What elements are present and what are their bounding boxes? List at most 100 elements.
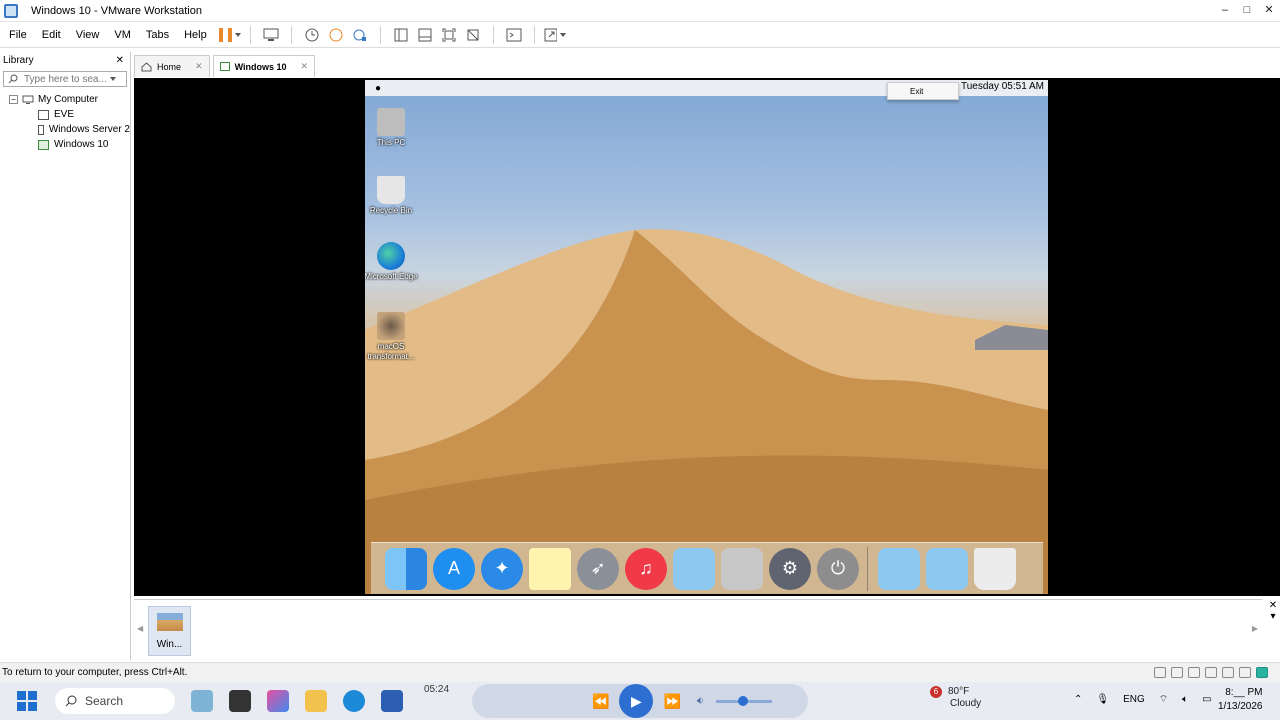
file-explorer-icon[interactable] [305, 690, 327, 712]
trash-icon[interactable] [974, 547, 1016, 590]
scroll-right-icon[interactable]: ▶ [1252, 624, 1258, 633]
chevron-up-icon[interactable]: ⌃ [1074, 694, 1082, 705]
widgets-icon[interactable] [191, 690, 213, 712]
revert-snapshot-button[interactable] [325, 25, 347, 45]
close-button[interactable]: ✕ [1258, 0, 1280, 22]
wifi-icon[interactable]: ⌔ [1159, 693, 1168, 706]
desktop-icon-recycle-bin[interactable]: Recycle Bin [365, 176, 418, 216]
gear-icon[interactable]: ⚙ [769, 547, 811, 590]
menu-tabs[interactable]: Tabs [140, 29, 175, 41]
menu-file[interactable]: File [3, 29, 33, 41]
task-view-icon[interactable] [229, 690, 251, 712]
snapshot-manager-button[interactable] [349, 25, 371, 45]
maximize-button[interactable]: □ [1236, 0, 1258, 22]
menu-vm[interactable]: VM [108, 29, 137, 41]
volume-knob[interactable] [737, 695, 748, 706]
edge-icon[interactable] [343, 690, 365, 712]
clock-icon [305, 28, 319, 41]
weather-widget[interactable]: 6 80°F Cloudy [930, 686, 981, 710]
desktop-icon-edge[interactable]: Microsoft Edge [365, 242, 418, 282]
folder-icon[interactable] [878, 547, 920, 590]
send-ctrl-alt-del-button[interactable] [260, 25, 282, 45]
menu-view[interactable]: View [70, 29, 106, 41]
scroll-left-icon[interactable]: ◀ [137, 624, 143, 633]
launchpad-icon[interactable]: ➶ [577, 547, 619, 590]
chevron-down-icon [559, 32, 566, 37]
show-thumbnail-bar-button[interactable] [414, 25, 436, 45]
chevron-down-icon[interactable]: ▾ [1266, 611, 1280, 622]
chevron-down-icon [234, 32, 241, 37]
tree-node-vm[interactable]: EVE [0, 107, 130, 122]
notes-icon[interactable] [529, 547, 571, 590]
minimize-button[interactable]: – [1214, 0, 1236, 22]
sound-icon[interactable] [1222, 667, 1234, 678]
menu-edit[interactable]: Edit [36, 29, 67, 41]
safari-icon[interactable]: ✦ [481, 547, 523, 590]
volume-icon[interactable]: 🔉︎ [697, 695, 704, 708]
start-button[interactable] [17, 691, 37, 711]
speaker-icon[interactable]: 🔈︎ [1182, 694, 1188, 705]
guest-desktop[interactable]: ● Tuesday 05:51 AM Exit This PC Recycle … [365, 80, 1048, 594]
apple-logo-icon[interactable]: ● [375, 83, 381, 94]
microphone-icon[interactable]: 🎙︎ [1096, 694, 1109, 705]
exit-menu[interactable]: Exit [887, 82, 959, 100]
finder-icon[interactable] [385, 547, 427, 590]
full-screen-button[interactable] [438, 25, 460, 45]
close-icon[interactable]: ✕ [195, 61, 203, 72]
chevron-down-icon[interactable] [110, 77, 116, 81]
fast-forward-icon[interactable]: ⏩ [663, 693, 680, 710]
display-icon[interactable] [1239, 667, 1251, 678]
tree-node-my-computer[interactable]: − My Computer [0, 92, 130, 107]
snapshot-button[interactable] [301, 25, 323, 45]
taskbar-clock[interactable]: 8:__ PM 1/13/2026 [1218, 686, 1263, 714]
menu-bar-clock[interactable]: Tuesday 05:51 AM [961, 81, 1044, 92]
tree-node-vm[interactable]: Windows Server 2 [0, 122, 130, 137]
volume-slider[interactable] [715, 695, 772, 706]
mac-pro-icon[interactable] [721, 547, 763, 590]
close-icon[interactable]: ✕ [301, 61, 309, 72]
rewind-icon[interactable]: ⏪ [592, 693, 609, 710]
unity-button[interactable] [462, 25, 484, 45]
tab-windows-10[interactable]: Windows 10 ✕ [212, 55, 316, 77]
message-icon[interactable] [1256, 667, 1268, 678]
app-store-icon[interactable]: A [433, 547, 475, 590]
documents-folder-icon[interactable] [926, 547, 968, 590]
stretch-guest-button[interactable] [544, 25, 566, 45]
home-icon [141, 61, 152, 71]
library-title: Library [3, 55, 34, 66]
vm-icon [38, 109, 49, 120]
folder-icon[interactable] [673, 547, 715, 590]
pause-button[interactable] [218, 25, 241, 45]
tab-label: Windows 10 [234, 61, 287, 72]
show-library-button[interactable] [390, 25, 412, 45]
desktop-icon-macos-transformation[interactable]: macOS transformat... [365, 312, 418, 362]
tree-node-vm-running[interactable]: Windows 10 [0, 137, 130, 152]
terminal-icon [506, 28, 522, 41]
library-search-input[interactable] [24, 73, 108, 85]
vm-display[interactable]: ● Tuesday 05:51 AM Exit This PC Recycle … [134, 78, 1280, 596]
music-icon[interactable]: ♫ [625, 547, 667, 590]
exit-menu-item[interactable]: Exit [910, 87, 923, 96]
taskbar-search[interactable]: Search [55, 688, 175, 714]
menu-help[interactable]: Help [178, 29, 213, 41]
console-view-button[interactable] [503, 25, 525, 45]
cd-icon[interactable] [1171, 667, 1183, 678]
tab-home[interactable]: Home ✕ [134, 55, 210, 77]
stretch-icon [544, 28, 557, 41]
close-icon[interactable]: ✕ [1266, 600, 1280, 611]
desktop-icon-this-pc[interactable]: This PC [365, 108, 418, 148]
tab-strip: Home ✕ Windows 10 ✕ [134, 55, 318, 77]
vm-tree: − My Computer EVE Windows Server 2 Windo… [0, 92, 130, 152]
power-icon[interactable]: ⏻ [817, 547, 859, 590]
network-icon[interactable] [1188, 667, 1200, 678]
vm-thumbnail[interactable]: Win... [148, 606, 191, 656]
play-button[interactable]: ▶ [619, 684, 654, 718]
hard-disk-icon[interactable] [1154, 667, 1166, 678]
copilot-icon[interactable] [267, 690, 289, 712]
store-icon[interactable] [381, 690, 403, 712]
language-indicator[interactable]: ENG [1123, 694, 1145, 705]
collapse-icon[interactable]: − [9, 95, 18, 104]
battery-icon[interactable]: ▭ [1202, 694, 1211, 705]
usb-icon[interactable] [1205, 667, 1217, 678]
library-close-button[interactable]: ✕ [116, 55, 124, 66]
